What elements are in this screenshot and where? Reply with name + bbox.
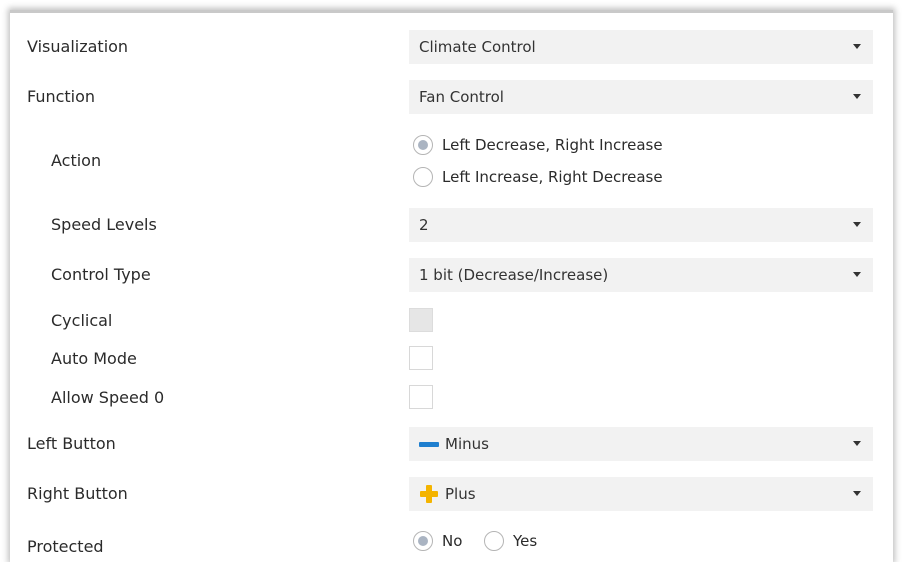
function-label: Function (27, 87, 96, 106)
protected-option-label: No (442, 532, 463, 550)
left-button-value: Minus (445, 435, 489, 453)
protected-label: Protected (27, 537, 104, 556)
radio-selected[interactable] (413, 135, 433, 155)
protected-option-label: Yes (513, 532, 538, 550)
chevron-down-icon (853, 491, 861, 496)
chevron-down-icon (853, 44, 861, 49)
left-button-label: Left Button (27, 434, 116, 453)
function-dropdown[interactable]: Fan Control (409, 80, 873, 114)
control-type-dropdown[interactable]: 1 bit (Decrease/Increase) (409, 258, 873, 292)
chevron-down-icon (853, 222, 861, 227)
cyclical-label: Cyclical (51, 311, 113, 330)
visualization-value: Climate Control (419, 38, 536, 56)
speed-levels-dropdown[interactable]: 2 (409, 208, 873, 242)
right-button-value: Plus (445, 485, 476, 503)
allow-speed-0-label: Allow Speed 0 (51, 388, 165, 407)
control-type-value: 1 bit (Decrease/Increase) (419, 266, 609, 284)
function-value: Fan Control (419, 88, 504, 106)
cyclical-checkbox[interactable] (409, 308, 433, 332)
parameter-panel: Visualization Climate Control Function F… (10, 10, 893, 562)
left-button-dropdown[interactable]: Minus (409, 427, 873, 461)
control-type-label: Control Type (51, 265, 151, 284)
minus-icon (419, 442, 439, 447)
speed-levels-value: 2 (419, 216, 429, 234)
allow-speed-0-checkbox[interactable] (409, 385, 433, 409)
speed-levels-label: Speed Levels (51, 215, 157, 234)
visualization-dropdown[interactable]: Climate Control (409, 30, 873, 64)
radio-selected[interactable] (413, 531, 433, 551)
radio-unselected[interactable] (484, 531, 504, 551)
radio-unselected[interactable] (413, 167, 433, 187)
action-option-label: Left Increase, Right Decrease (442, 168, 663, 186)
auto-mode-checkbox[interactable] (409, 346, 433, 370)
plus-icon (420, 485, 438, 503)
chevron-down-icon (853, 272, 861, 277)
chevron-down-icon (853, 441, 861, 446)
visualization-label: Visualization (27, 37, 129, 56)
action-label: Action (51, 151, 102, 170)
action-option-label: Left Decrease, Right Increase (442, 136, 663, 154)
auto-mode-label: Auto Mode (51, 349, 137, 368)
chevron-down-icon (853, 94, 861, 99)
right-button-label: Right Button (27, 484, 128, 503)
right-button-dropdown[interactable]: Plus (409, 477, 873, 511)
